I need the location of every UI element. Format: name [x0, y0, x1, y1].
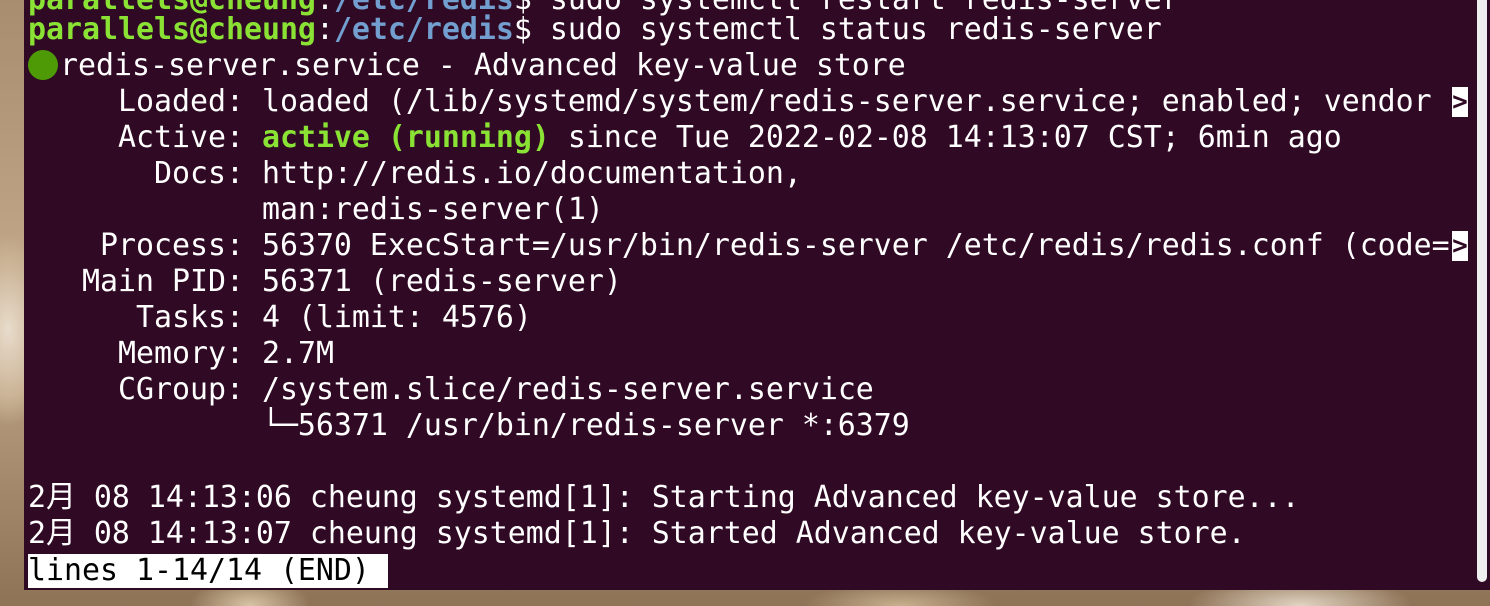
- cgroup-line: CGroup: /system.slice/redis-server.servi…: [28, 372, 874, 408]
- truncation-marker-icon: >: [1452, 231, 1468, 261]
- tasks-label: Tasks:: [28, 300, 262, 335]
- memory-label: Memory:: [28, 336, 262, 371]
- truncation-marker-icon: >: [1452, 87, 1468, 117]
- main-pid-line: Main PID: 56371 (redis-server): [28, 264, 622, 300]
- cgroup-child: └─56371 /usr/bin/redis-server *:6379: [28, 408, 910, 443]
- docs-line: Docs: http://redis.io/documentation,: [28, 156, 802, 192]
- service-header-line: redis-server.service - Advanced key-valu…: [28, 48, 906, 84]
- service-header: redis-server.service - Advanced key-valu…: [60, 48, 906, 83]
- process-value: 56370 ExecStart=/usr/bin/redis-server /e…: [261, 228, 1450, 263]
- loaded-value: loaded (/lib/systemd/system/redis-server…: [261, 84, 1450, 119]
- memory-line: Memory: 2.7M: [28, 336, 334, 372]
- active-since: since Tue 2022-02-08 14:13:07 CST; 6min …: [549, 120, 1342, 155]
- loaded-line: Loaded: loaded (/lib/systemd/system/redi…: [28, 84, 1450, 120]
- active-line: Active: active (running) since Tue 2022-…: [28, 120, 1342, 156]
- journal-line: 2月 08 14:13:07 cheung systemd[1]: Starte…: [28, 516, 1246, 551]
- docs-value-2: man:redis-server(1): [28, 192, 604, 227]
- memory-value: 2.7M: [261, 336, 334, 371]
- loaded-label: Loaded:: [28, 84, 262, 119]
- process-line: Process: 56370 ExecStart=/usr/bin/redis-…: [28, 228, 1450, 264]
- prompt-symbol: $: [513, 12, 532, 47]
- docs-line-2: man:redis-server(1): [28, 192, 604, 228]
- prompt-colon: :: [315, 12, 334, 47]
- main-pid-value: 56371 (redis-server): [261, 264, 622, 299]
- cgroup-label: CGroup:: [28, 372, 262, 407]
- tasks-line: Tasks: 4 (limit: 4576): [28, 300, 532, 336]
- active-state: active (running): [261, 120, 550, 155]
- scrollbar[interactable]: [1477, 0, 1487, 582]
- docs-label: Docs:: [28, 156, 262, 191]
- journal-line: 2月 08 14:13:06 cheung systemd[1]: Starti…: [28, 480, 1300, 515]
- prompt-user-host: parallels@cheung: [28, 12, 316, 47]
- prompt-path: /etc/redis: [333, 12, 514, 47]
- main-pid-label: Main PID:: [28, 264, 262, 299]
- process-label: Process:: [28, 228, 262, 263]
- cgroup-child-line: └─56371 /usr/bin/redis-server *:6379: [28, 408, 910, 444]
- cgroup-value: /system.slice/redis-server.service: [261, 372, 874, 407]
- active-label: Active:: [28, 120, 262, 155]
- command-text: sudo systemctl status redis-server: [531, 12, 1162, 47]
- pager-status: lines 1-14/14 (END): [28, 554, 388, 588]
- command-line: parallels@cheung:/etc/redis$ sudo system…: [28, 12, 1162, 48]
- terminal-window[interactable]: parallels@cheung:/etc/redis$ sudo system…: [24, 0, 1490, 590]
- tasks-value: 4 (limit: 4576): [261, 300, 532, 335]
- status-dot-icon: [28, 50, 58, 80]
- docs-value: http://redis.io/documentation,: [261, 156, 802, 191]
